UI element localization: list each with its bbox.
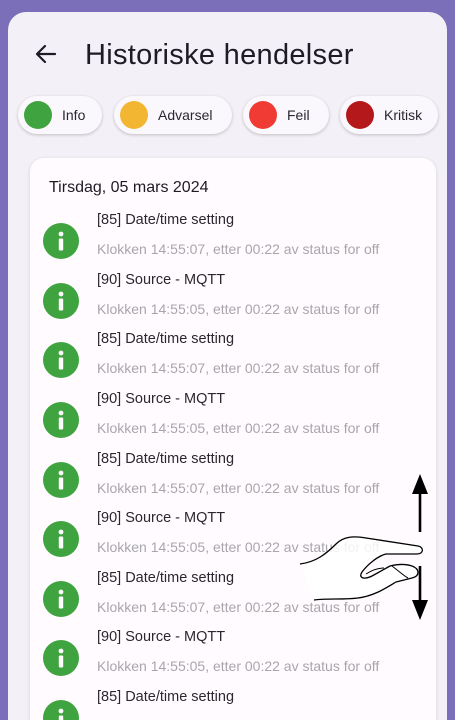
- info-icon: [43, 223, 79, 259]
- swipe-vertical-gesture-icon: [299, 474, 428, 620]
- info-icon: [43, 462, 79, 498]
- event-title: [85] Date/time setting: [97, 212, 235, 228]
- info-icon: [43, 640, 79, 676]
- error-color-dot: [249, 101, 277, 129]
- filter-chip-advarsel[interactable]: Advarsel: [114, 96, 232, 134]
- filter-chips: Info Advarsel Feil Kritisk: [18, 96, 443, 134]
- info-icon: [43, 342, 79, 378]
- event-detail: Klokken 14:55:05, etter 00:22 av status …: [97, 420, 380, 436]
- event-title: [85] Date/time setting: [97, 451, 235, 467]
- event-title: [85] Date/time setting: [97, 689, 235, 705]
- event-detail: Klokken 14:55:07, etter 00:22 av status …: [97, 241, 380, 257]
- critical-color-dot: [346, 101, 374, 129]
- event-row[interactable]: [90] Source - MQTT Klokken 14:55:05, ett…: [30, 391, 436, 450]
- event-title: [90] Source - MQTT: [97, 391, 226, 407]
- filter-chip-info[interactable]: Info: [18, 96, 102, 134]
- event-row[interactable]: [90] Source - MQTT Klokken 14:55:05, ett…: [30, 272, 436, 331]
- event-title: [90] Source - MQTT: [97, 510, 226, 526]
- info-icon: [43, 283, 79, 319]
- event-list-card: Tirsdag, 05 mars 2024 [85] Date/time set…: [30, 158, 436, 720]
- event-row[interactable]: [85] Date/time setting: [30, 689, 436, 720]
- filter-chip-kritisk[interactable]: Kritisk: [340, 96, 438, 134]
- event-title: [90] Source - MQTT: [97, 629, 226, 645]
- info-color-dot: [24, 101, 52, 129]
- filter-chip-label: Feil: [287, 107, 310, 123]
- filter-chip-label: Kritisk: [384, 107, 423, 123]
- event-row[interactable]: [85] Date/time setting Klokken 14:55:07,…: [30, 331, 436, 390]
- event-detail: Klokken 14:55:05, etter 00:22 av status …: [97, 301, 380, 317]
- event-row[interactable]: [90] Source - MQTT Klokken 14:55:05, ett…: [30, 629, 436, 688]
- event-title: [90] Source - MQTT: [97, 272, 226, 288]
- event-title: [85] Date/time setting: [97, 570, 235, 586]
- info-icon: [43, 581, 79, 617]
- filter-chip-label: Advarsel: [158, 107, 213, 123]
- warning-color-dot: [120, 101, 148, 129]
- event-title: [85] Date/time setting: [97, 331, 235, 347]
- back-button[interactable]: [32, 40, 60, 68]
- event-row[interactable]: [85] Date/time setting Klokken 14:55:07,…: [30, 212, 436, 271]
- filter-chip-feil[interactable]: Feil: [243, 96, 329, 134]
- event-detail: Klokken 14:55:07, etter 00:22 av status …: [97, 360, 380, 376]
- info-icon: [43, 700, 79, 720]
- info-icon: [43, 402, 79, 438]
- filter-chip-label: Info: [62, 107, 86, 123]
- top-app-bar: Historiske hendelser: [8, 34, 447, 78]
- page-title: Historiske hendelser: [85, 39, 354, 71]
- event-detail: Klokken 14:55:05, etter 00:22 av status …: [97, 658, 380, 674]
- arrow-left-icon: [35, 44, 57, 64]
- date-header: Tirsdag, 05 mars 2024: [49, 179, 209, 196]
- info-icon: [43, 521, 79, 557]
